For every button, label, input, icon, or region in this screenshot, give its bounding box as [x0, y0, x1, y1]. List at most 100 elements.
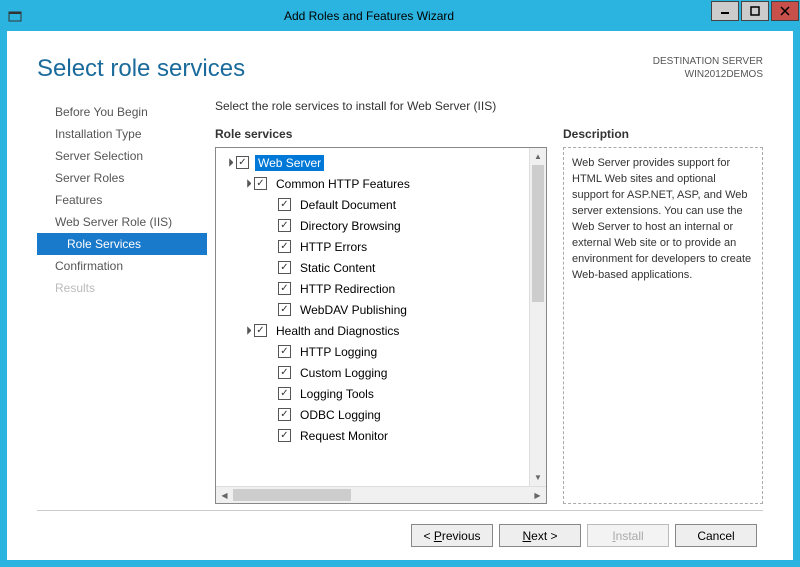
role-services-label: Role services: [215, 127, 547, 147]
checkbox[interactable]: [278, 366, 291, 379]
header-row: Select role services DESTINATION SERVER …: [37, 31, 763, 87]
previous-button[interactable]: < Previous: [411, 524, 493, 547]
role-services-tree-container: Web Server Common HTTP Features Default Do…: [215, 147, 547, 504]
checkbox[interactable]: [278, 345, 291, 358]
minimize-button[interactable]: [711, 1, 739, 21]
scroll-left-button[interactable]: ◀: [216, 487, 233, 503]
tree-node-odbc-logging[interactable]: ODBC Logging: [216, 404, 529, 425]
tree-node-static-content[interactable]: Static Content: [216, 257, 529, 278]
expander-icon[interactable]: [222, 157, 234, 169]
tree-node-custom-logging[interactable]: Custom Logging: [216, 362, 529, 383]
next-button[interactable]: Next >: [499, 524, 581, 547]
checkbox[interactable]: [278, 261, 291, 274]
sidebar-item-server-selection[interactable]: Server Selection: [37, 145, 207, 167]
panel-row: Role services Web Server Common HTTP Feat…: [215, 127, 763, 504]
expander-icon: [264, 241, 276, 253]
checkbox[interactable]: [236, 156, 249, 169]
tree-node-label: Logging Tools: [297, 386, 377, 402]
expander-icon: [264, 430, 276, 442]
scroll-up-button[interactable]: ▲: [530, 148, 546, 165]
tree-node-http-redirection[interactable]: HTTP Redirection: [216, 278, 529, 299]
close-button[interactable]: [771, 1, 799, 21]
expander-icon: [264, 304, 276, 316]
checkbox[interactable]: [278, 408, 291, 421]
tree-node-webdav-publishing[interactable]: WebDAV Publishing: [216, 299, 529, 320]
vscroll-track[interactable]: [530, 165, 546, 469]
vertical-scrollbar[interactable]: ▲ ▼: [529, 148, 546, 486]
checkbox[interactable]: [278, 282, 291, 295]
content-area: Select role services DESTINATION SERVER …: [1, 31, 799, 566]
tree-node-label: Common HTTP Features: [273, 176, 413, 192]
expander-icon: [264, 409, 276, 421]
tree-node-web-server[interactable]: Web Server: [216, 152, 529, 173]
tree-node-label: Web Server: [255, 155, 324, 171]
sidebar-item-results: Results: [37, 277, 207, 299]
sidebar-item-confirmation[interactable]: Confirmation: [37, 255, 207, 277]
checkbox[interactable]: [278, 387, 291, 400]
tree-node-request-monitor[interactable]: Request Monitor: [216, 425, 529, 446]
tree-node-label: Default Document: [297, 197, 399, 213]
tree-node-logging-tools[interactable]: Logging Tools: [216, 383, 529, 404]
wizard-window: Add Roles and Features Wizard Select rol…: [0, 0, 800, 567]
scroll-down-button[interactable]: ▼: [530, 469, 546, 486]
tree-node-http-logging[interactable]: HTTP Logging: [216, 341, 529, 362]
expander-icon[interactable]: [240, 178, 252, 190]
destination-label: DESTINATION SERVER: [653, 55, 763, 68]
horizontal-scrollbar[interactable]: ◀ ▶: [216, 486, 546, 503]
tree-node-common-http-features[interactable]: Common HTTP Features: [216, 173, 529, 194]
tree-node-label: Custom Logging: [297, 365, 390, 381]
expander-icon: [264, 220, 276, 232]
tree-node-label: Static Content: [297, 260, 378, 276]
tree-node-label: ODBC Logging: [297, 407, 384, 423]
scroll-right-button[interactable]: ▶: [529, 487, 546, 503]
sidebar-item-features[interactable]: Features: [37, 189, 207, 211]
checkbox[interactable]: [278, 219, 291, 232]
expander-icon: [264, 262, 276, 274]
wizard-footer: < Previous Next > Install Cancel: [37, 510, 763, 560]
sidebar-item-installation-type[interactable]: Installation Type: [37, 123, 207, 145]
sidebar-item-before-you-begin[interactable]: Before You Begin: [37, 101, 207, 123]
expander-icon: [264, 346, 276, 358]
expander-icon: [264, 367, 276, 379]
sidebar-item-server-roles[interactable]: Server Roles: [37, 167, 207, 189]
tree-node-label: WebDAV Publishing: [297, 302, 410, 318]
checkbox[interactable]: [254, 177, 267, 190]
expander-icon: [264, 388, 276, 400]
checkbox[interactable]: [278, 303, 291, 316]
tree-node-http-errors[interactable]: HTTP Errors: [216, 236, 529, 257]
instruction-text: Select the role services to install for …: [215, 95, 763, 127]
tree-node-label: Directory Browsing: [297, 218, 404, 234]
install-button: Install: [587, 524, 669, 547]
tree-node-label: HTTP Logging: [297, 344, 380, 360]
wizard-sidebar: Before You BeginInstallation TypeServer …: [37, 95, 207, 504]
checkbox[interactable]: [278, 198, 291, 211]
main-panel: Select the role services to install for …: [207, 95, 763, 504]
checkbox[interactable]: [278, 240, 291, 253]
tree-node-label: Health and Diagnostics: [273, 323, 402, 339]
destination-server: DESTINATION SERVER WIN2012DEMOS: [653, 55, 763, 81]
checkbox[interactable]: [278, 429, 291, 442]
role-services-column: Role services Web Server Common HTTP Feat…: [215, 127, 547, 504]
body-row: Before You BeginInstallation TypeServer …: [37, 95, 763, 504]
cancel-button[interactable]: Cancel: [675, 524, 757, 547]
destination-value: WIN2012DEMOS: [653, 68, 763, 81]
tree-node-label: HTTP Redirection: [297, 281, 398, 297]
expander-icon: [264, 283, 276, 295]
vscroll-thumb[interactable]: [532, 165, 544, 302]
window-title: Add Roles and Features Wizard: [29, 9, 709, 23]
checkbox[interactable]: [254, 324, 267, 337]
sidebar-item-web-server-role-iis-[interactable]: Web Server Role (IIS): [37, 211, 207, 233]
role-services-tree[interactable]: Web Server Common HTTP Features Default Do…: [216, 148, 529, 486]
description-text: Web Server provides support for HTML Web…: [563, 147, 763, 504]
hscroll-thumb[interactable]: [233, 489, 351, 501]
window-controls: [709, 1, 799, 31]
sidebar-item-role-services[interactable]: Role Services: [37, 233, 207, 255]
tree-node-directory-browsing[interactable]: Directory Browsing: [216, 215, 529, 236]
maximize-button[interactable]: [741, 1, 769, 21]
tree-node-health-and-diagnostics[interactable]: Health and Diagnostics: [216, 320, 529, 341]
expander-icon: [264, 199, 276, 211]
titlebar[interactable]: Add Roles and Features Wizard: [1, 1, 799, 31]
tree-node-default-document[interactable]: Default Document: [216, 194, 529, 215]
hscroll-track[interactable]: [233, 487, 529, 503]
expander-icon[interactable]: [240, 325, 252, 337]
